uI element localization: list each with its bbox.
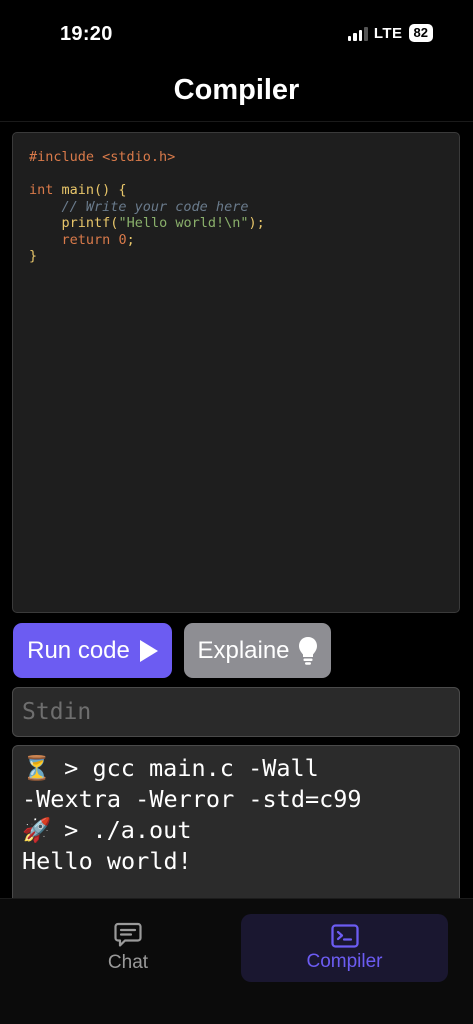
rocket-icon: 🚀 (22, 816, 52, 844)
status-bar: 19:20 LTE 82 (0, 0, 473, 70)
tab-compiler-label: Compiler (306, 950, 383, 972)
page-title: Compiler (173, 74, 300, 106)
tab-bar: Chat Compiler (0, 898, 473, 1024)
run-code-label: Run code (27, 636, 130, 664)
network-type: LTE (373, 24, 403, 42)
tab-compiler[interactable]: Compiler (241, 914, 448, 982)
play-icon (139, 639, 158, 662)
terminal-icon (330, 923, 359, 948)
chat-bubble-icon (114, 922, 142, 947)
explain-button[interactable]: Explaine (184, 623, 331, 678)
explain-label: Explaine (197, 636, 290, 664)
code-line: #include <stdio.h> (29, 149, 176, 165)
tab-chat[interactable]: Chat (12, 914, 244, 982)
status-indicators: LTE 82 (347, 24, 433, 42)
signal-strength-icon (347, 25, 368, 41)
status-time: 19:20 (60, 23, 113, 45)
code-editor[interactable]: #include <stdio.h> int main() { // Write… (12, 132, 460, 613)
terminal-line: ⏳ > gcc main.c -Wall (22, 754, 319, 782)
nav-header: Compiler (0, 70, 473, 122)
lightbulb-icon (298, 636, 317, 665)
code-line: printf("Hello world!\n"); (61, 215, 265, 231)
stdin-input[interactable] (12, 687, 460, 737)
code-line: return 0; (61, 231, 135, 248)
code-line: } (29, 248, 38, 264)
terminal-line: Hello world! (22, 847, 192, 875)
terminal-line: -Wextra -Werror -std=c99 (22, 785, 362, 813)
hourglass-icon: ⏳ (22, 754, 52, 782)
run-code-button[interactable]: Run code (13, 623, 172, 678)
terminal-line: 🚀 > ./a.out (22, 816, 192, 844)
code-line: int main() { (29, 182, 127, 198)
code-line: // Write your code here (29, 198, 249, 215)
tab-chat-label: Chat (107, 952, 149, 973)
battery-icon: 82 (408, 24, 433, 42)
terminal-output: ⏳ > gcc main.c -Wall -Wextra -Werror -std… (12, 745, 460, 905)
